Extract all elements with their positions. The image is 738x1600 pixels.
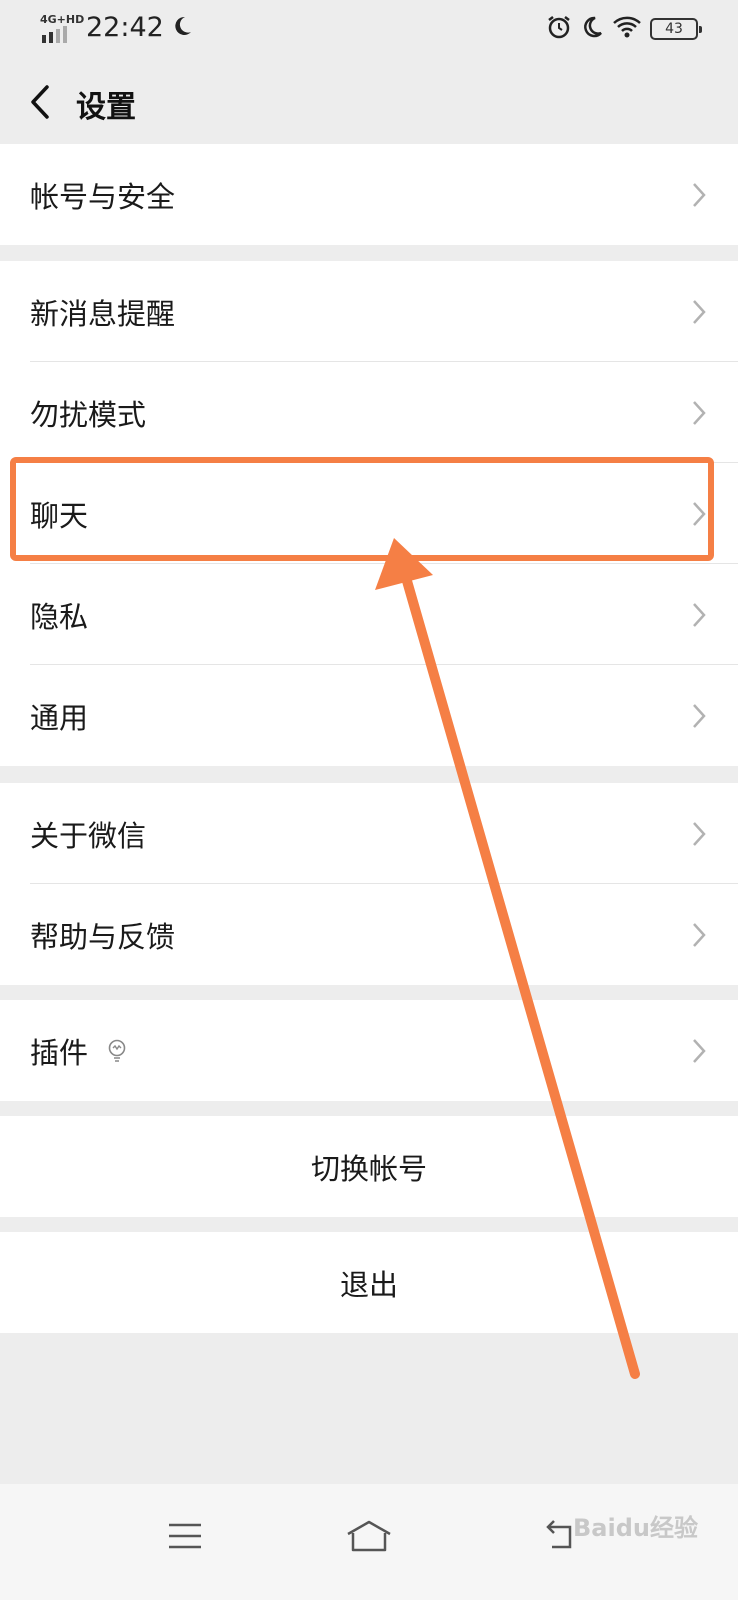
settings-item-plugins[interactable]: 插件 (0, 1000, 738, 1101)
chevron-right-icon (693, 300, 706, 324)
chevron-right-icon (693, 603, 706, 627)
chevron-right-icon (693, 923, 706, 947)
settings-item-label: 帮助与反馈 (30, 919, 176, 954)
chevron-right-icon (693, 183, 706, 207)
settings-group-about: 关于微信 帮助与反馈 (0, 783, 738, 985)
watermark: Baidu经验 (573, 1514, 698, 1542)
settings-item-label: 隐私 (30, 599, 89, 634)
recent-apps-button[interactable] (155, 1506, 215, 1566)
alarm-icon (546, 14, 572, 44)
moon-icon (170, 14, 194, 42)
logout-button[interactable]: 退出 (0, 1232, 738, 1333)
signal-icon: 4G+HD (40, 13, 84, 43)
settings-item-account-security[interactable]: 帐号与安全 (0, 144, 738, 245)
settings-item-chat[interactable]: 聊天 (0, 463, 738, 564)
settings-item-label: 聊天 (30, 498, 89, 533)
settings-item-label: 新消息提醒 (30, 296, 176, 331)
settings-group-switch: 切换帐号 (0, 1116, 738, 1217)
chevron-right-icon (693, 822, 706, 846)
battery-icon: 43 (650, 18, 702, 40)
page-title: 设置 (76, 90, 136, 125)
header: 设置 (0, 60, 738, 144)
settings-group-plugins: 插件 (0, 1000, 738, 1101)
home-button[interactable] (339, 1506, 399, 1566)
settings-item-label: 帐号与安全 (30, 179, 176, 214)
menu-icon (169, 1523, 201, 1549)
logout-label: 退出 (339, 1267, 398, 1302)
chevron-right-icon (693, 401, 706, 425)
moon-icon (580, 15, 604, 43)
settings-item-general[interactable]: 通用 (0, 665, 738, 766)
settings-item-label: 关于微信 (30, 818, 147, 853)
settings-item-label: 插件 (30, 1035, 89, 1070)
lightbulb-icon (108, 1039, 126, 1062)
settings-group-logout: 退出 (0, 1232, 738, 1333)
settings-item-about-wechat[interactable]: 关于微信 (0, 783, 738, 884)
home-icon (347, 1520, 391, 1552)
status-bar: 4G+HD 22:42 43 (0, 0, 738, 60)
settings-item-label: 勿扰模式 (30, 397, 147, 432)
settings-item-privacy[interactable]: 隐私 (0, 564, 738, 665)
battery-level: 43 (665, 21, 683, 37)
system-nav-bar: Baidu经验 (0, 1484, 738, 1600)
chevron-left-icon (31, 85, 49, 119)
switch-account-label: 切换帐号 (310, 1151, 427, 1186)
status-time: 22:42 (86, 12, 164, 43)
settings-item-help-feedback[interactable]: 帮助与反馈 (0, 884, 738, 985)
settings-group-account: 帐号与安全 (0, 144, 738, 245)
settings-group-main: 新消息提醒 勿扰模式 聊天 隐私 通用 (0, 261, 738, 766)
chevron-right-icon (693, 502, 706, 526)
switch-account-button[interactable]: 切换帐号 (0, 1116, 738, 1217)
chevron-right-icon (693, 704, 706, 728)
chevron-right-icon (693, 1039, 706, 1063)
back-button[interactable] (20, 80, 60, 124)
settings-item-do-not-disturb[interactable]: 勿扰模式 (0, 362, 738, 463)
network-type: 4G+HD (40, 12, 85, 26)
settings-item-label: 通用 (30, 700, 89, 735)
settings-item-notifications[interactable]: 新消息提醒 (0, 261, 738, 362)
wifi-icon (612, 15, 642, 43)
